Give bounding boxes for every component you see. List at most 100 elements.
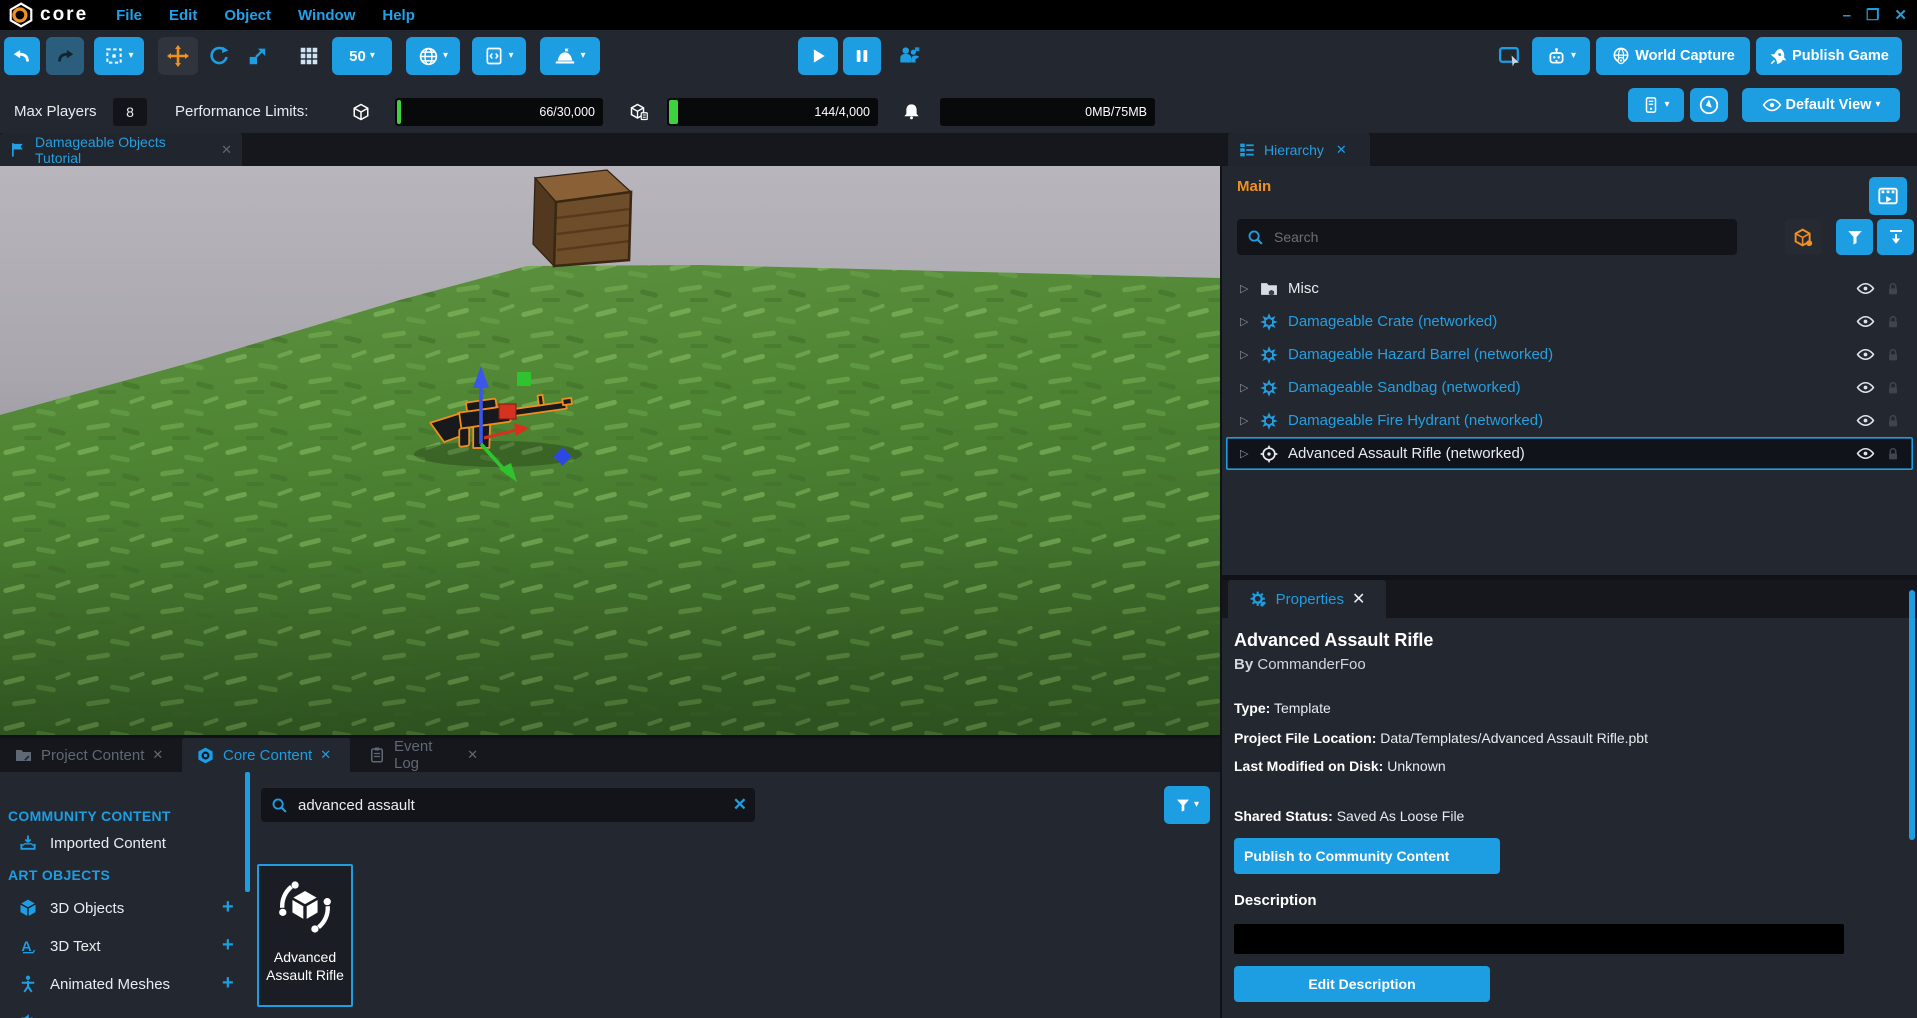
- hierarchy-filter-button[interactable]: [1836, 219, 1873, 255]
- add-3d-objects-button[interactable]: +: [222, 896, 234, 919]
- publish-game-button[interactable]: Publish Game: [1756, 37, 1902, 75]
- properties-scrollbar[interactable]: [1909, 590, 1915, 840]
- toolbar: ▾ 50 ▾ ▾ ▾ ▾: [0, 30, 1917, 92]
- lock-icon[interactable]: [1885, 314, 1901, 330]
- play-icon: [808, 46, 828, 66]
- play-button[interactable]: [798, 37, 838, 75]
- grid-size-value: 50: [349, 48, 366, 65]
- close-icon[interactable]: ✕: [320, 747, 331, 763]
- visibility-eye-icon[interactable]: [1856, 279, 1875, 298]
- clipboard-icon: [368, 746, 386, 764]
- sidebar-item-3d-objects[interactable]: 3D Objects: [18, 898, 124, 918]
- restore-button[interactable]: ❐: [1866, 6, 1879, 24]
- memory-meter: 0MB/75MB: [940, 98, 1155, 126]
- content-filter-button[interactable]: ▾: [1164, 786, 1210, 824]
- menu-help[interactable]: Help: [382, 7, 415, 24]
- move-tool-button[interactable]: [158, 37, 198, 75]
- scene-name[interactable]: Main: [1237, 178, 1271, 195]
- lock-icon[interactable]: [1885, 380, 1901, 396]
- world-settings-dropdown[interactable]: ▾: [406, 37, 460, 75]
- close-button[interactable]: ✕: [1894, 6, 1907, 24]
- close-icon[interactable]: ✕: [221, 142, 232, 158]
- pause-button[interactable]: [843, 37, 881, 75]
- close-icon[interactable]: ✕: [467, 747, 478, 763]
- close-icon[interactable]: ✕: [152, 747, 163, 763]
- sidebar-item-animated-meshes[interactable]: Animated Meshes: [18, 974, 170, 994]
- edit-description-button[interactable]: Edit Description: [1234, 966, 1490, 1002]
- content-search[interactable]: ✕: [261, 788, 755, 822]
- menu-window[interactable]: Window: [298, 7, 355, 24]
- hierarchy-search-input[interactable]: [1272, 228, 1737, 246]
- grid-snap-icon-button[interactable]: [294, 37, 324, 75]
- tree-item-label: Advanced Assault Rifle (networked): [1288, 445, 1525, 462]
- script-journal-dropdown[interactable]: ▾: [472, 37, 526, 75]
- cinematic-editor-button[interactable]: [1869, 177, 1907, 215]
- multiplayer-preview-button[interactable]: [891, 37, 927, 75]
- world-capture-button[interactable]: World Capture: [1596, 37, 1750, 75]
- expand-caret-icon[interactable]: ▷: [1240, 381, 1250, 394]
- save-options-dropdown[interactable]: ▾: [1628, 88, 1684, 122]
- sidebar-item-3d-text[interactable]: A 3D Text: [18, 936, 101, 956]
- minimize-button[interactable]: –: [1843, 7, 1851, 24]
- publish-to-community-button[interactable]: Publish to Community Content: [1234, 838, 1500, 874]
- tab-core-content[interactable]: Core Content ✕: [182, 738, 350, 772]
- tab-event-log[interactable]: Event Log ✕: [354, 738, 492, 772]
- menu-edit[interactable]: Edit: [169, 7, 197, 24]
- tab-project-content[interactable]: Project Content ✕: [0, 738, 178, 772]
- scale-tool-button[interactable]: [242, 37, 272, 75]
- hierarchy-search[interactable]: [1237, 219, 1737, 255]
- sidebar-item-imported-content[interactable]: Imported Content: [18, 833, 166, 853]
- tree-row-damageable-crate[interactable]: ▷ Damageable Crate (networked): [1226, 305, 1913, 338]
- rotate-tool-button[interactable]: [204, 37, 234, 75]
- visibility-eye-icon[interactable]: [1856, 444, 1875, 463]
- tree-row-damageable-fire-hydrant[interactable]: ▷ Damageable Fire Hydrant (networked): [1226, 404, 1913, 437]
- tree-row-misc[interactable]: ▷ Misc: [1226, 272, 1913, 305]
- sidebar-scrollbar[interactable]: [245, 772, 250, 892]
- asset-card-advanced-assault-rifle[interactable]: Advanced Assault Rifle: [257, 864, 353, 1007]
- lock-icon[interactable]: [1885, 446, 1901, 462]
- menu-object[interactable]: Object: [224, 7, 271, 24]
- clear-search-icon[interactable]: ✕: [733, 795, 747, 815]
- close-icon[interactable]: ✕: [1352, 589, 1365, 609]
- grid-size-dropdown[interactable]: 50 ▾: [332, 37, 392, 75]
- add-animated-meshes-button[interactable]: +: [222, 972, 234, 995]
- menu-file[interactable]: File: [116, 7, 142, 24]
- expand-caret-icon[interactable]: ▷: [1240, 348, 1250, 361]
- lock-icon[interactable]: [1885, 347, 1901, 363]
- chevron-down-icon: ▾: [370, 51, 375, 61]
- lock-icon[interactable]: [1885, 413, 1901, 429]
- max-players-input[interactable]: 8: [113, 98, 147, 126]
- add-3d-text-button[interactable]: +: [222, 934, 234, 957]
- visibility-eye-icon[interactable]: [1856, 345, 1875, 364]
- visibility-eye-icon[interactable]: [1856, 312, 1875, 331]
- tree-row-damageable-sandbag[interactable]: ▷ Damageable Sandbag (networked): [1226, 371, 1913, 404]
- text-3d-icon: A: [18, 936, 38, 956]
- visibility-eye-icon[interactable]: [1856, 411, 1875, 430]
- hierarchy-tab[interactable]: Hierarchy ✕: [1228, 133, 1370, 166]
- select-tool-button[interactable]: ▾: [94, 37, 144, 75]
- collapse-all-button[interactable]: [1877, 219, 1914, 255]
- redo-button[interactable]: [46, 37, 84, 75]
- expand-caret-icon[interactable]: ▷: [1240, 315, 1250, 328]
- description-field[interactable]: [1234, 924, 1844, 954]
- properties-tab[interactable]: Properties ✕: [1228, 580, 1386, 618]
- lock-icon[interactable]: [1885, 281, 1901, 297]
- sidebar-item-partial[interactable]: [18, 1010, 38, 1018]
- bot-tools-dropdown[interactable]: ▾: [1532, 37, 1590, 75]
- close-icon[interactable]: ✕: [1336, 142, 1347, 158]
- expand-caret-icon[interactable]: ▷: [1240, 414, 1250, 427]
- tree-row-damageable-hazard-barrel[interactable]: ▷ Damageable Hazard Barrel (networked): [1226, 338, 1913, 371]
- networked-objects-toggle[interactable]: [1785, 219, 1822, 255]
- content-search-input[interactable]: [296, 796, 725, 815]
- tree-row-advanced-assault-rifle[interactable]: ▷ Advanced Assault Rifle (networked): [1226, 437, 1913, 470]
- undo-button[interactable]: [4, 37, 40, 75]
- screen-preview-button[interactable]: [1492, 37, 1526, 75]
- expand-caret-icon[interactable]: ▷: [1240, 282, 1250, 295]
- viewport-tab[interactable]: Damageable Objects Tutorial ✕: [0, 133, 242, 166]
- expand-caret-icon[interactable]: ▷: [1240, 447, 1250, 460]
- terrain-dropdown[interactable]: ▾: [540, 37, 600, 75]
- visibility-eye-icon[interactable]: [1856, 378, 1875, 397]
- help-compass-button[interactable]: [1690, 88, 1728, 122]
- viewport-3d-scene[interactable]: [0, 166, 1220, 735]
- default-view-dropdown[interactable]: Default View ▾: [1742, 88, 1900, 122]
